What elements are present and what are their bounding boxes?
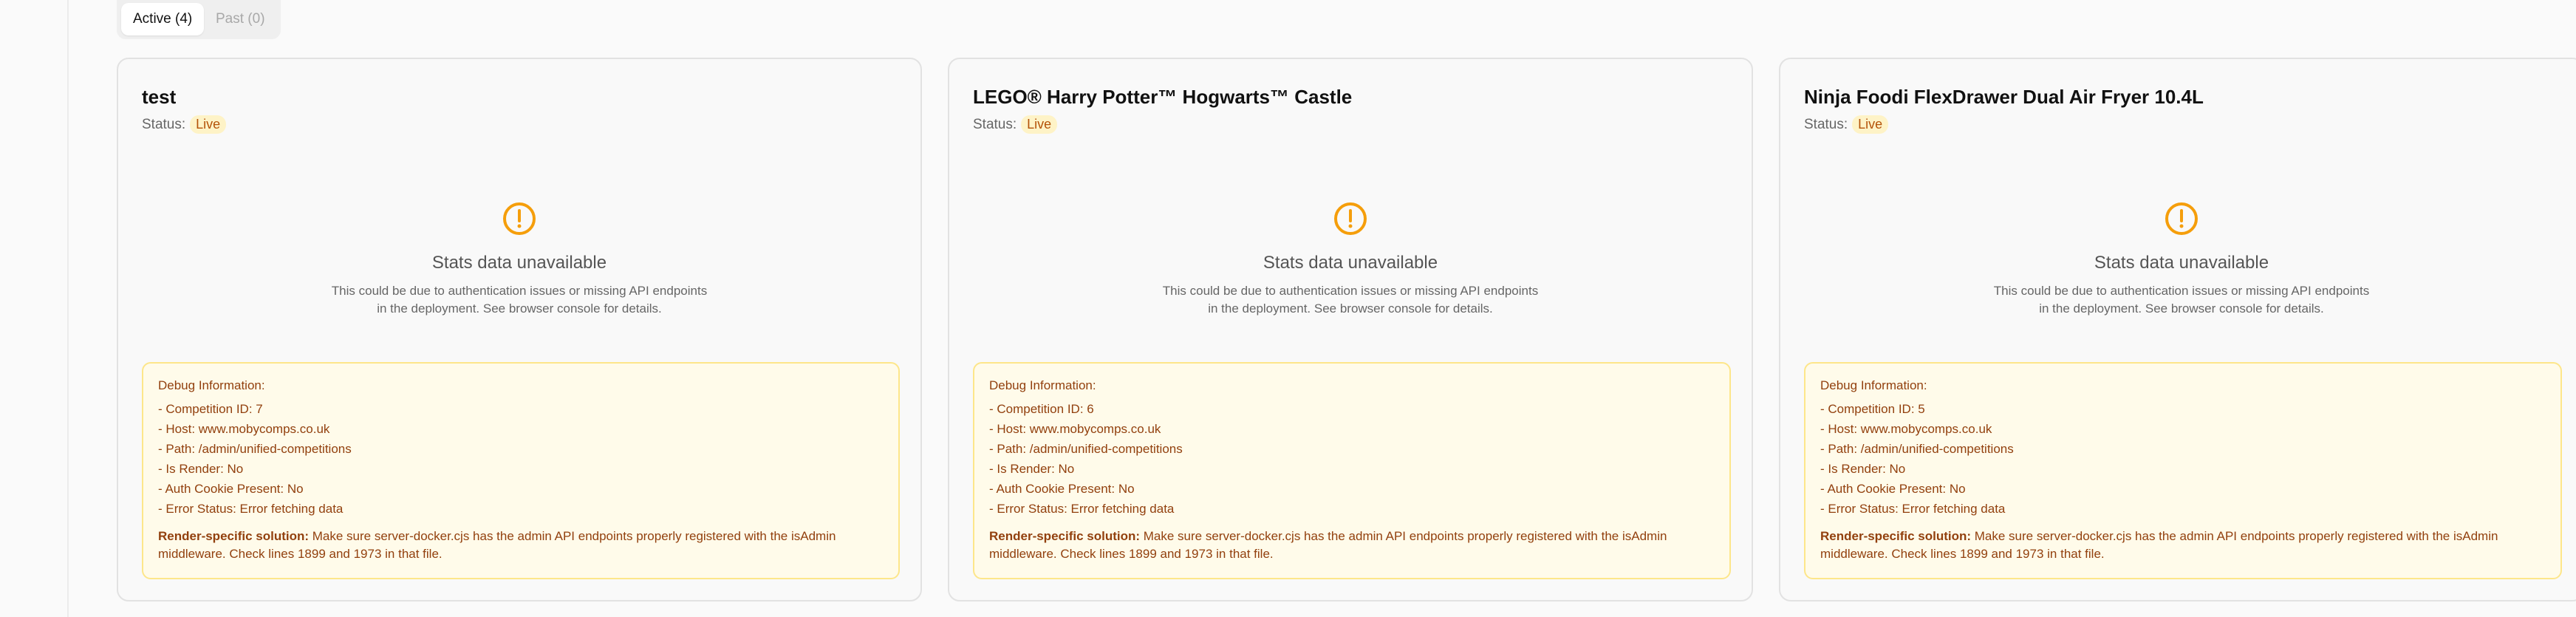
debug-line: - Host: www.mobycomps.co.uk [158,422,330,436]
debug-line: - Path: /admin/unified-competitions [989,442,1183,456]
competition-card: Ninja Foodi FlexDrawer Dual Air Fryer 10… [1779,58,2576,601]
status-badge: Live [1021,115,1058,134]
debug-title: Debug Information: [989,378,1096,392]
tab-active[interactable]: Active (4) [121,3,205,35]
status-label: Status: [142,116,186,132]
debug-line: - Competition ID: 7 [158,402,263,416]
status-badge: Live [1852,115,1889,134]
status-label: Status: [973,116,1017,132]
description-line: in the deployment. See browser console f… [377,301,662,316]
competition-card: LEGO® Harry Potter™ Hogwarts™ Castle Sta… [948,58,1753,601]
competition-title: LEGO® Harry Potter™ Hogwarts™ Castle [973,86,1353,108]
stats-unavailable-description: This could be due to authentication issu… [949,282,1752,318]
debug-line: - Auth Cookie Present: No [158,482,304,496]
solution-label: Render-specific solution: [989,529,1141,543]
status-badge: Live [190,115,227,134]
sidebar-edge [0,0,69,617]
stats-unavailable-heading: Stats data unavailable [2094,253,2269,273]
competition-title: test [142,86,177,108]
warning-circle-icon [2165,202,2198,235]
warning-circle-icon [503,202,536,235]
description-line: This could be due to authentication issu… [1162,284,1539,298]
debug-line: - Path: /admin/unified-competitions [1820,442,2014,456]
stats-unavailable-heading: Stats data unavailable [1263,253,1438,273]
status-row: Status: Live [142,115,227,134]
debug-line: - Host: www.mobycomps.co.uk [1820,422,1992,436]
debug-line: - Path: /admin/unified-competitions [158,442,352,456]
debug-line: - Error Status: Error fetching data [158,502,344,516]
tab-past[interactable]: Past (0) [204,3,277,35]
debug-title: Debug Information: [158,378,265,392]
competition-card: test Status: Live Stats data unavailable… [117,58,922,601]
stats-unavailable-description: This could be due to authentication issu… [118,282,920,318]
solution-label: Render-specific solution: [1820,529,1972,543]
debug-title: Debug Information: [1820,378,1927,392]
status-row: Status: Live [1804,115,1889,134]
description-line: in the deployment. See browser console f… [1208,301,1493,316]
debug-line: - Competition ID: 6 [989,402,1094,416]
debug-line: - Is Render: No [158,462,244,476]
debug-info-box: Debug Information: - Competition ID: 5 - … [1804,362,2562,579]
debug-line: - Host: www.mobycomps.co.uk [989,422,1161,436]
debug-line: - Auth Cookie Present: No [1820,482,1966,496]
stats-unavailable-description: This could be due to authentication issu… [1780,282,2576,318]
debug-line: - Is Render: No [989,462,1075,476]
debug-solution: Render-specific solution: Make sure serv… [1820,528,2546,563]
description-line: in the deployment. See browser console f… [2039,301,2324,316]
debug-line: - Is Render: No [1820,462,1906,476]
debug-solution: Render-specific solution: Make sure serv… [158,528,884,563]
stats-unavailable-heading: Stats data unavailable [431,253,607,273]
debug-line: - Auth Cookie Present: No [989,482,1135,496]
debug-line: - Error Status: Error fetching data [989,502,1175,516]
debug-info-box: Debug Information: - Competition ID: 7 - … [142,362,900,579]
status-label: Status: [1804,116,1848,132]
debug-info-box: Debug Information: - Competition ID: 6 - … [973,362,1731,579]
status-row: Status: Live [973,115,1058,134]
debug-line: - Competition ID: 5 [1820,402,1925,416]
warning-circle-icon [1334,202,1367,235]
competition-tabs: Active (4) Past (0) [117,0,281,39]
debug-line: - Error Status: Error fetching data [1820,502,2006,516]
debug-solution: Render-specific solution: Make sure serv… [989,528,1715,563]
description-line: This could be due to authentication issu… [331,284,708,298]
description-line: This could be due to authentication issu… [1993,284,2370,298]
solution-label: Render-specific solution: [158,529,310,543]
competition-title: Ninja Foodi FlexDrawer Dual Air Fryer 10… [1804,86,2204,108]
